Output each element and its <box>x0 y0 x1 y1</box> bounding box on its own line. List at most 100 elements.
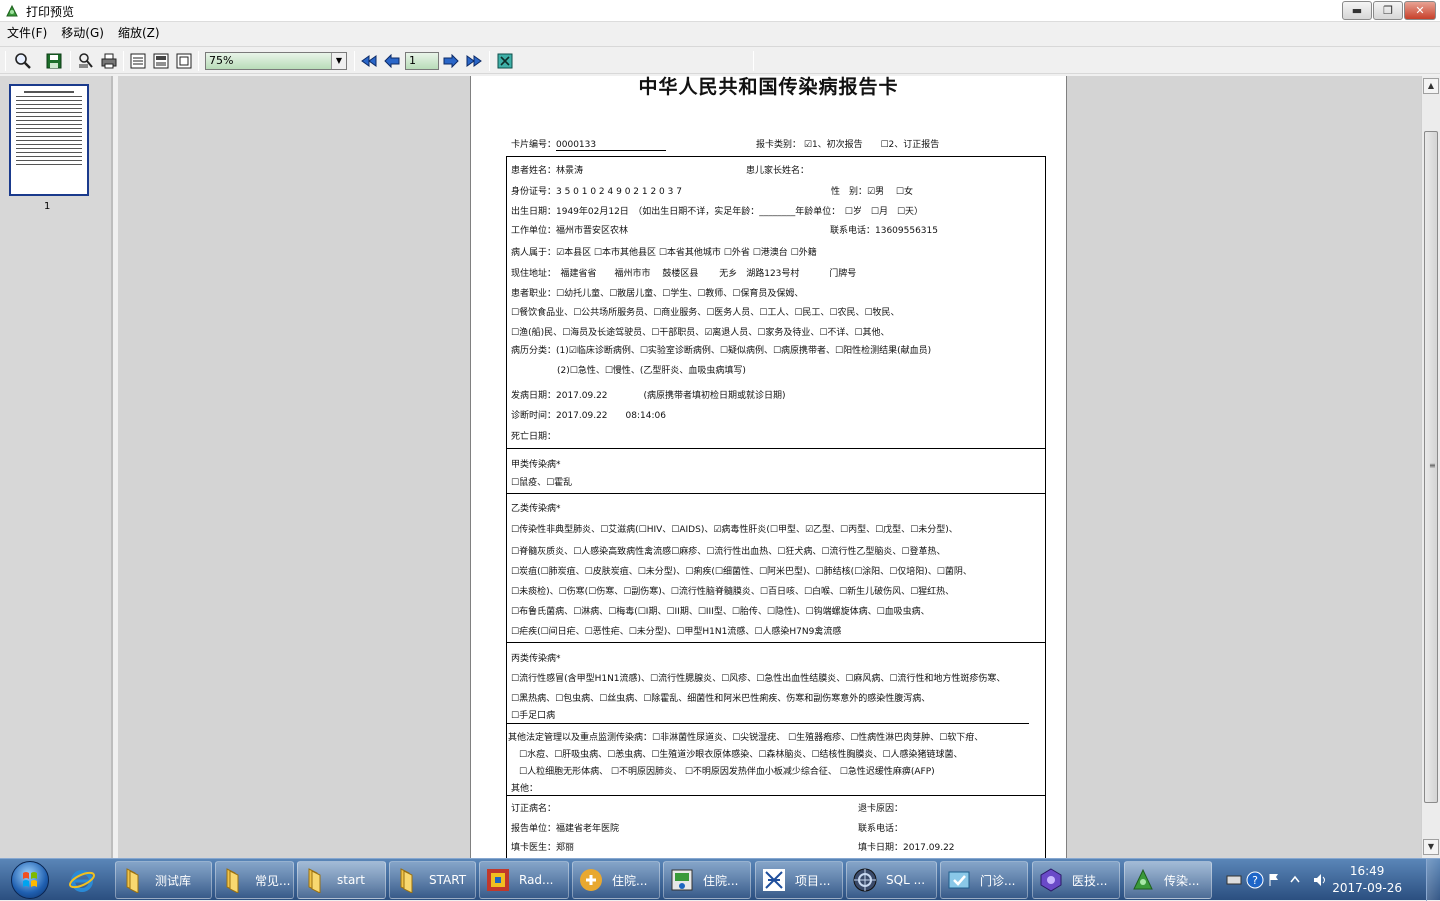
scrollbar-thumb[interactable]: ≡ <box>1424 131 1438 803</box>
save-button[interactable] <box>44 51 64 71</box>
other-diseases-other: 其他： <box>511 784 539 794</box>
start-button[interactable] <box>2 860 58 900</box>
taskbar-item-6[interactable]: 住院... <box>663 861 751 899</box>
case-classification-2: (2)☐急性、☐慢性、(乙型肝炎、血吸虫病填写) <box>557 366 746 376</box>
menu-file[interactable]: 文件(F) <box>0 23 54 43</box>
taskbar-ie[interactable] <box>64 861 110 899</box>
chevron-up-icon[interactable] <box>1290 875 1300 883</box>
toolbar-separator <box>70 51 71 71</box>
taskbar-item-label: 常见... <box>255 873 291 888</box>
section-divider <box>507 493 1045 494</box>
taskbar-item-7[interactable]: 项目... <box>755 861 843 899</box>
zoom-select[interactable]: 75% ▼ <box>205 52 347 70</box>
project-app-icon <box>763 869 785 891</box>
first-page-button[interactable] <box>359 51 379 71</box>
occupation-line-3: ☐渔(船)民、☐海员及长途驾驶员、☐干部职员、☑离退人员、☐家务及待业、☐不详、… <box>511 328 890 338</box>
last-page-icon <box>466 55 482 67</box>
maximize-button[interactable]: ❐ <box>1373 1 1403 20</box>
class-c-line-3: ☐手足口病 <box>511 711 556 721</box>
printer-icon <box>101 53 117 69</box>
close-preview-button[interactable] <box>495 51 515 71</box>
vertical-scrollbar[interactable]: ▲ ≡ ▼ <box>1421 76 1440 858</box>
clock[interactable]: 16:49 2017-09-26 <box>1332 863 1402 897</box>
next-page-button[interactable] <box>441 51 461 71</box>
class-c-line-2: ☐黑热病、☐包虫病、☐丝虫病、☐除霍乱、细菌性和阿米巴性痢疾、伤寒和副伤寒意外的… <box>511 694 931 704</box>
class-a-title: 甲类传染病* <box>511 460 561 470</box>
diagnosis-time: 诊断时间：2017.09.22 08:14:06 <box>511 411 666 421</box>
folder-icon <box>226 868 239 893</box>
whole-page-icon <box>176 53 192 69</box>
other-diseases-line-3: ☐人粒细胞无形体病、 ☐不明原因肺炎、 ☐不明原因发热伴血小板减少综合征、 ☐急… <box>519 767 935 777</box>
toolbar-separator <box>753 51 754 71</box>
page-number-input[interactable]: 1 <box>405 52 439 70</box>
page-width-button[interactable] <box>151 51 171 71</box>
class-b-line-2: ☐脊髓灰质炎、☐人感染高致病性禽流感☐麻疹、☐流行性出血热、☐狂犬病、☐流行性乙… <box>511 547 946 557</box>
case-classification-1: 病历分类：(1)☑临床诊断病例、☐实验室诊断病例、☐疑似病例、☐病原携带者、☐阳… <box>511 346 932 356</box>
taskbar-item-label: 医技... <box>1072 873 1108 888</box>
document-title: 中华人民共和国传染病报告卡 <box>638 76 899 98</box>
taskbar-item-0[interactable]: 测试库 <box>115 861 212 899</box>
taskbar-item-8[interactable]: SQL ... <box>846 861 937 899</box>
single-page-button[interactable] <box>128 51 148 71</box>
windows-logo-icon <box>11 861 49 899</box>
thumbnail-page-label: 1 <box>44 201 51 212</box>
minimize-button[interactable]: ▬ <box>1342 1 1372 20</box>
taskbar-item-5[interactable]: 住院... <box>572 861 660 899</box>
taskbar: 测试库 常见... start START Rad... 住院... 住院...… <box>0 858 1440 901</box>
taskbar-item-3[interactable]: START <box>389 861 476 899</box>
print-button[interactable] <box>99 51 119 71</box>
taskbar-item-2[interactable]: start <box>297 861 386 899</box>
help-icon[interactable]: ? <box>1246 871 1264 889</box>
scroll-down-arrow[interactable]: ▼ <box>1423 839 1439 855</box>
class-c-title: 丙类传染病* <box>511 654 561 664</box>
taskbar-item-4[interactable]: Rad... <box>479 861 569 899</box>
inpatient-app-icon <box>671 869 693 891</box>
show-desktop-button[interactable] <box>1426 859 1440 901</box>
clock-time: 16:49 <box>1349 864 1385 878</box>
print-setup-button[interactable] <box>76 51 96 71</box>
card-number: 0000133 <box>556 140 667 151</box>
class-b-line-6: ☐疟疾(☐间日疟、☐恶性疟、☐未分型)、☐甲型H1N1流感、☐人感染H7N9禽流… <box>511 627 842 637</box>
taskbar-item-11[interactable]: 传染... <box>1124 861 1212 899</box>
folder-icon <box>126 868 139 893</box>
printer-settings-icon <box>79 53 93 68</box>
title-bar: 打印预览 ▬ ❐ ✕ <box>0 0 1440 22</box>
taskbar-item-label: 项目... <box>795 873 831 888</box>
report-type-correct: ☐2、订正报告 <box>880 140 940 150</box>
menu-zoom[interactable]: 缩放(Z) <box>111 23 167 43</box>
other-diseases-line-2: ☐水痘、☐肝吸虫病、☐恙虫病、☐生殖道沙眼衣原体感染、☐森林脑炎、☐结核性胸膜炎… <box>519 750 963 760</box>
taskbar-item-1[interactable]: 常见... <box>215 861 294 899</box>
current-address: 现住地址： 福建省省 福州市市 鼓楼区县 无乡 湖路123号村 门牌号 <box>511 269 857 279</box>
internet-explorer-icon <box>69 870 95 892</box>
last-page-button[interactable] <box>464 51 484 71</box>
whole-page-button[interactable] <box>174 51 194 71</box>
taskbar-item-label: START <box>429 873 467 887</box>
return-reason: 退卡原因： <box>858 804 904 814</box>
report-unit: 报告单位：福建省老年医院 <box>511 824 620 834</box>
menu-move[interactable]: 移动(G) <box>54 23 111 43</box>
keyboard-icon[interactable] <box>1226 873 1242 887</box>
folder-icon <box>400 868 413 893</box>
patient-name: 患者姓名：林景涛 <box>511 166 584 176</box>
taskbar-item-label: 传染... <box>1164 873 1200 888</box>
report-card-document: 中华人民共和国传染病报告卡 卡片编号：0000133 报卡类别： ☑1、初次报告… <box>471 76 1066 858</box>
taskbar-item-10[interactable]: 医技... <box>1032 861 1120 899</box>
filling-date: 填卡日期：2017.09.22 <box>858 843 955 853</box>
system-tray: ? 16:49 2017-09-26 <box>1222 859 1440 901</box>
previous-page-button[interactable] <box>382 51 402 71</box>
class-c-line-1: ☐流行性感冒(含甲型H1N1流感)、☐流行性腮腺炎、☐风疹、☐急性出血性结膜炎、… <box>511 674 1006 684</box>
other-diseases-line-1: 其他法定管理以及重点监测传染病：☐非淋菌性尿道炎、☐尖锐湿疣、 ☐生殖器疱疹、☐… <box>508 733 984 743</box>
floppy-disk-icon <box>46 53 62 69</box>
chevron-down-icon[interactable]: ▼ <box>331 53 346 69</box>
flag-icon[interactable] <box>1268 873 1280 887</box>
zoom-magnifier-button[interactable] <box>13 51 33 71</box>
close-button[interactable]: ✕ <box>1404 1 1436 20</box>
volume-icon[interactable] <box>1312 872 1328 888</box>
scroll-up-arrow[interactable]: ▲ <box>1423 78 1439 94</box>
page-thumbnail[interactable] <box>9 84 89 196</box>
taskbar-item-9[interactable]: 门诊... <box>940 861 1028 899</box>
class-b-line-5: ☐布鲁氏菌病、☐淋病、☐梅毒(☐I期、☐II期、☐III型、☐胎传、☐隐性)、☐… <box>511 607 930 617</box>
class-b-title: 乙类传染病* <box>511 504 561 514</box>
toolbar-separator <box>489 51 490 71</box>
taskbar-item-label: Rad... <box>519 873 554 887</box>
